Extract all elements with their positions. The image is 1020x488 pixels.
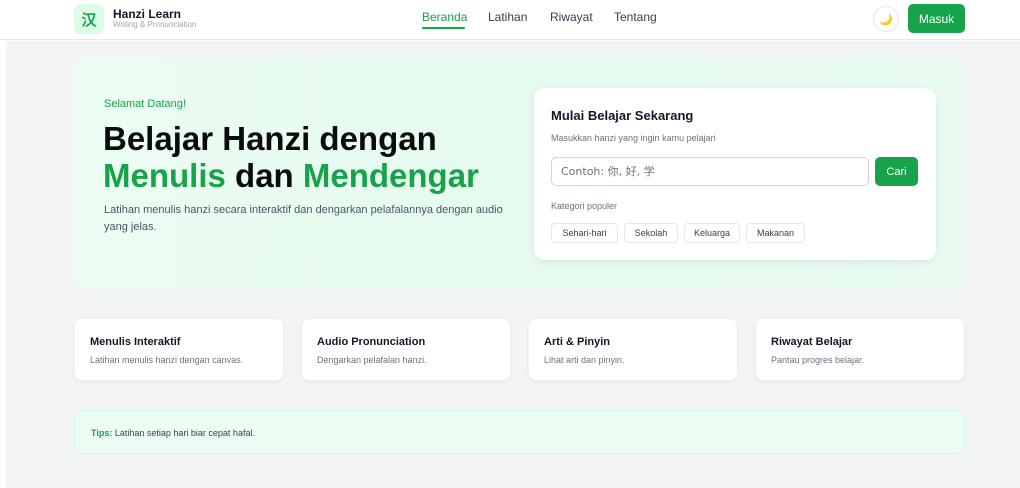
search-card-title: Mulai Belajar Sekarang <box>551 108 694 123</box>
hero-title: Belajar Hanzi dengan Menulis dan Mendeng… <box>103 120 523 194</box>
category-label: Kategori populer <box>551 201 618 211</box>
feature-card-riwayat[interactable]: Riwayat Belajar Pantau progres belajar. <box>755 318 965 381</box>
feature-title: Arti & Pinyin <box>544 336 611 348</box>
nav-beranda[interactable]: Beranda <box>422 10 467 24</box>
main-nav: Beranda Latihan Riwayat Tentang <box>0 10 1020 30</box>
feature-description: Pantau progres belajar. <box>771 355 865 365</box>
hero-title-line1: Belajar Hanzi dengan <box>103 120 437 157</box>
nav-riwayat[interactable]: Riwayat <box>550 10 593 24</box>
hero-title-menulis: Menulis <box>103 157 226 194</box>
category-chip-sehari-hari[interactable]: Sehari-hari <box>551 223 618 243</box>
feature-description: Latihan menulis hanzi dengan canvas. <box>90 355 244 365</box>
tips-banner: Tips: Latihan setiap hari biar cepat haf… <box>74 410 965 454</box>
feature-card-menulis[interactable]: Menulis Interaktif Latihan menulis hanzi… <box>74 318 284 381</box>
hanzi-search-input[interactable] <box>551 157 869 186</box>
active-nav-indicator <box>422 27 465 29</box>
theme-toggle-button[interactable]: 🌙 <box>873 6 899 32</box>
hero-description: Latihan menulis hanzi secara interaktif … <box>104 204 503 233</box>
hero-title-mendengar: Mendengar <box>302 157 479 194</box>
feature-title: Menulis Interaktif <box>90 336 181 348</box>
tips-label: Tips: <box>91 428 113 438</box>
feature-description: Lihat arti dan pinyin. <box>544 355 625 365</box>
search-button[interactable]: Cari <box>875 157 918 186</box>
search-card-subtitle: Masukkan hanzi yang ingin kamu pelajari <box>551 133 716 143</box>
top-navbar: 汉 Hanzi Learn Writing & Pronunciation Be… <box>0 0 1020 40</box>
category-chip-sekolah[interactable]: Sekolah <box>624 223 678 243</box>
feature-title: Riwayat Belajar <box>771 336 853 348</box>
nav-latihan[interactable]: Latihan <box>488 10 527 24</box>
hero-welcome-text: Selamat Datang! <box>104 98 186 110</box>
hero-title-dan: dan <box>235 157 294 194</box>
tips-message: Latihan setiap hari biar cepat hafal. <box>114 428 255 438</box>
moon-icon: 🌙 <box>879 13 893 26</box>
feature-title: Audio Pronunciation <box>317 336 426 348</box>
nav-tentang[interactable]: Tentang <box>614 10 657 24</box>
feature-description: Dengarkan pelafalan hanzi. <box>317 355 427 365</box>
category-chip-keluarga[interactable]: Keluarga <box>684 223 740 243</box>
feature-card-arti-pinyin[interactable]: Arti & Pinyin Lihat arti dan pinyin. <box>528 318 738 381</box>
tips-text: Tips: Latihan setiap hari biar cepat haf… <box>91 428 255 438</box>
category-chip-makanan[interactable]: Makanan <box>746 223 805 243</box>
feature-card-audio[interactable]: Audio Pronunciation Dengarkan pelafalan … <box>301 318 511 381</box>
login-button[interactable]: Masuk <box>908 4 965 33</box>
